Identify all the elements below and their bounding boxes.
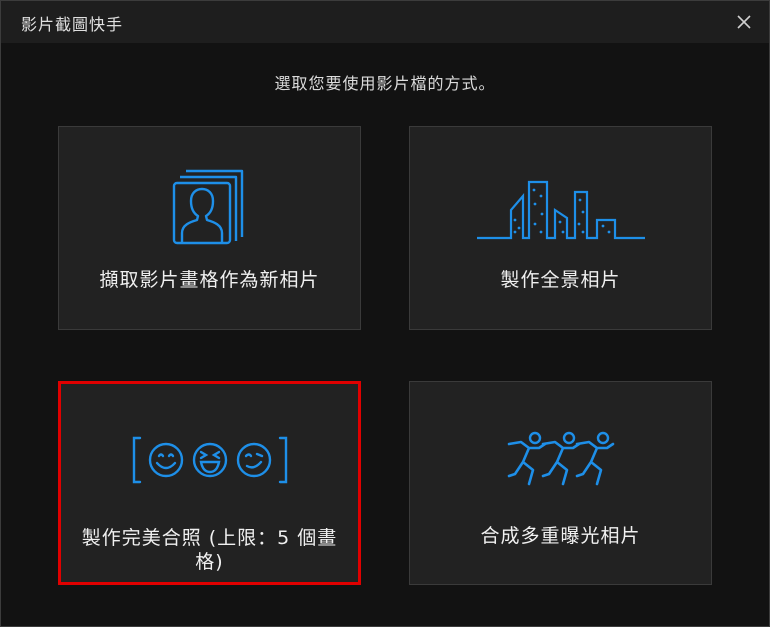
- option-group-shot-card[interactable]: 製作完美合照 (上限：5 個畫格): [58, 381, 361, 585]
- option-multi-exposure-card[interactable]: 合成多重曝光相片: [409, 381, 712, 585]
- option-group-shot-label: 製作完美合照 (上限：5 個畫格): [81, 527, 338, 573]
- smiley-faces-icon: [132, 436, 287, 484]
- option-panorama-label: 製作全景相片: [500, 269, 621, 291]
- option-capture-frame-card[interactable]: 擷取影片畫格作為新相片: [58, 126, 361, 330]
- running-figures-icon: [507, 431, 614, 486]
- close-icon: [737, 15, 751, 29]
- window-title: 影片截圖快手: [21, 15, 124, 34]
- close-button[interactable]: [731, 9, 757, 35]
- option-panorama-card[interactable]: 製作全景相片: [409, 126, 712, 330]
- instruction-text: 選取您要使用影片檔的方式。: [274, 74, 496, 93]
- city-skyline-icon: [476, 180, 645, 240]
- dialog-window: 影片截圖快手 選取您要使用影片檔的方式。 擷取影片畫格作為新相片 製作全景相片 …: [0, 0, 770, 627]
- portrait-frame-icon: [172, 169, 243, 245]
- option-capture-frame-label: 擷取影片畫格作為新相片: [99, 269, 320, 291]
- option-multi-exposure-label: 合成多重曝光相片: [480, 525, 641, 547]
- title-bar: 影片截圖快手: [1, 1, 769, 43]
